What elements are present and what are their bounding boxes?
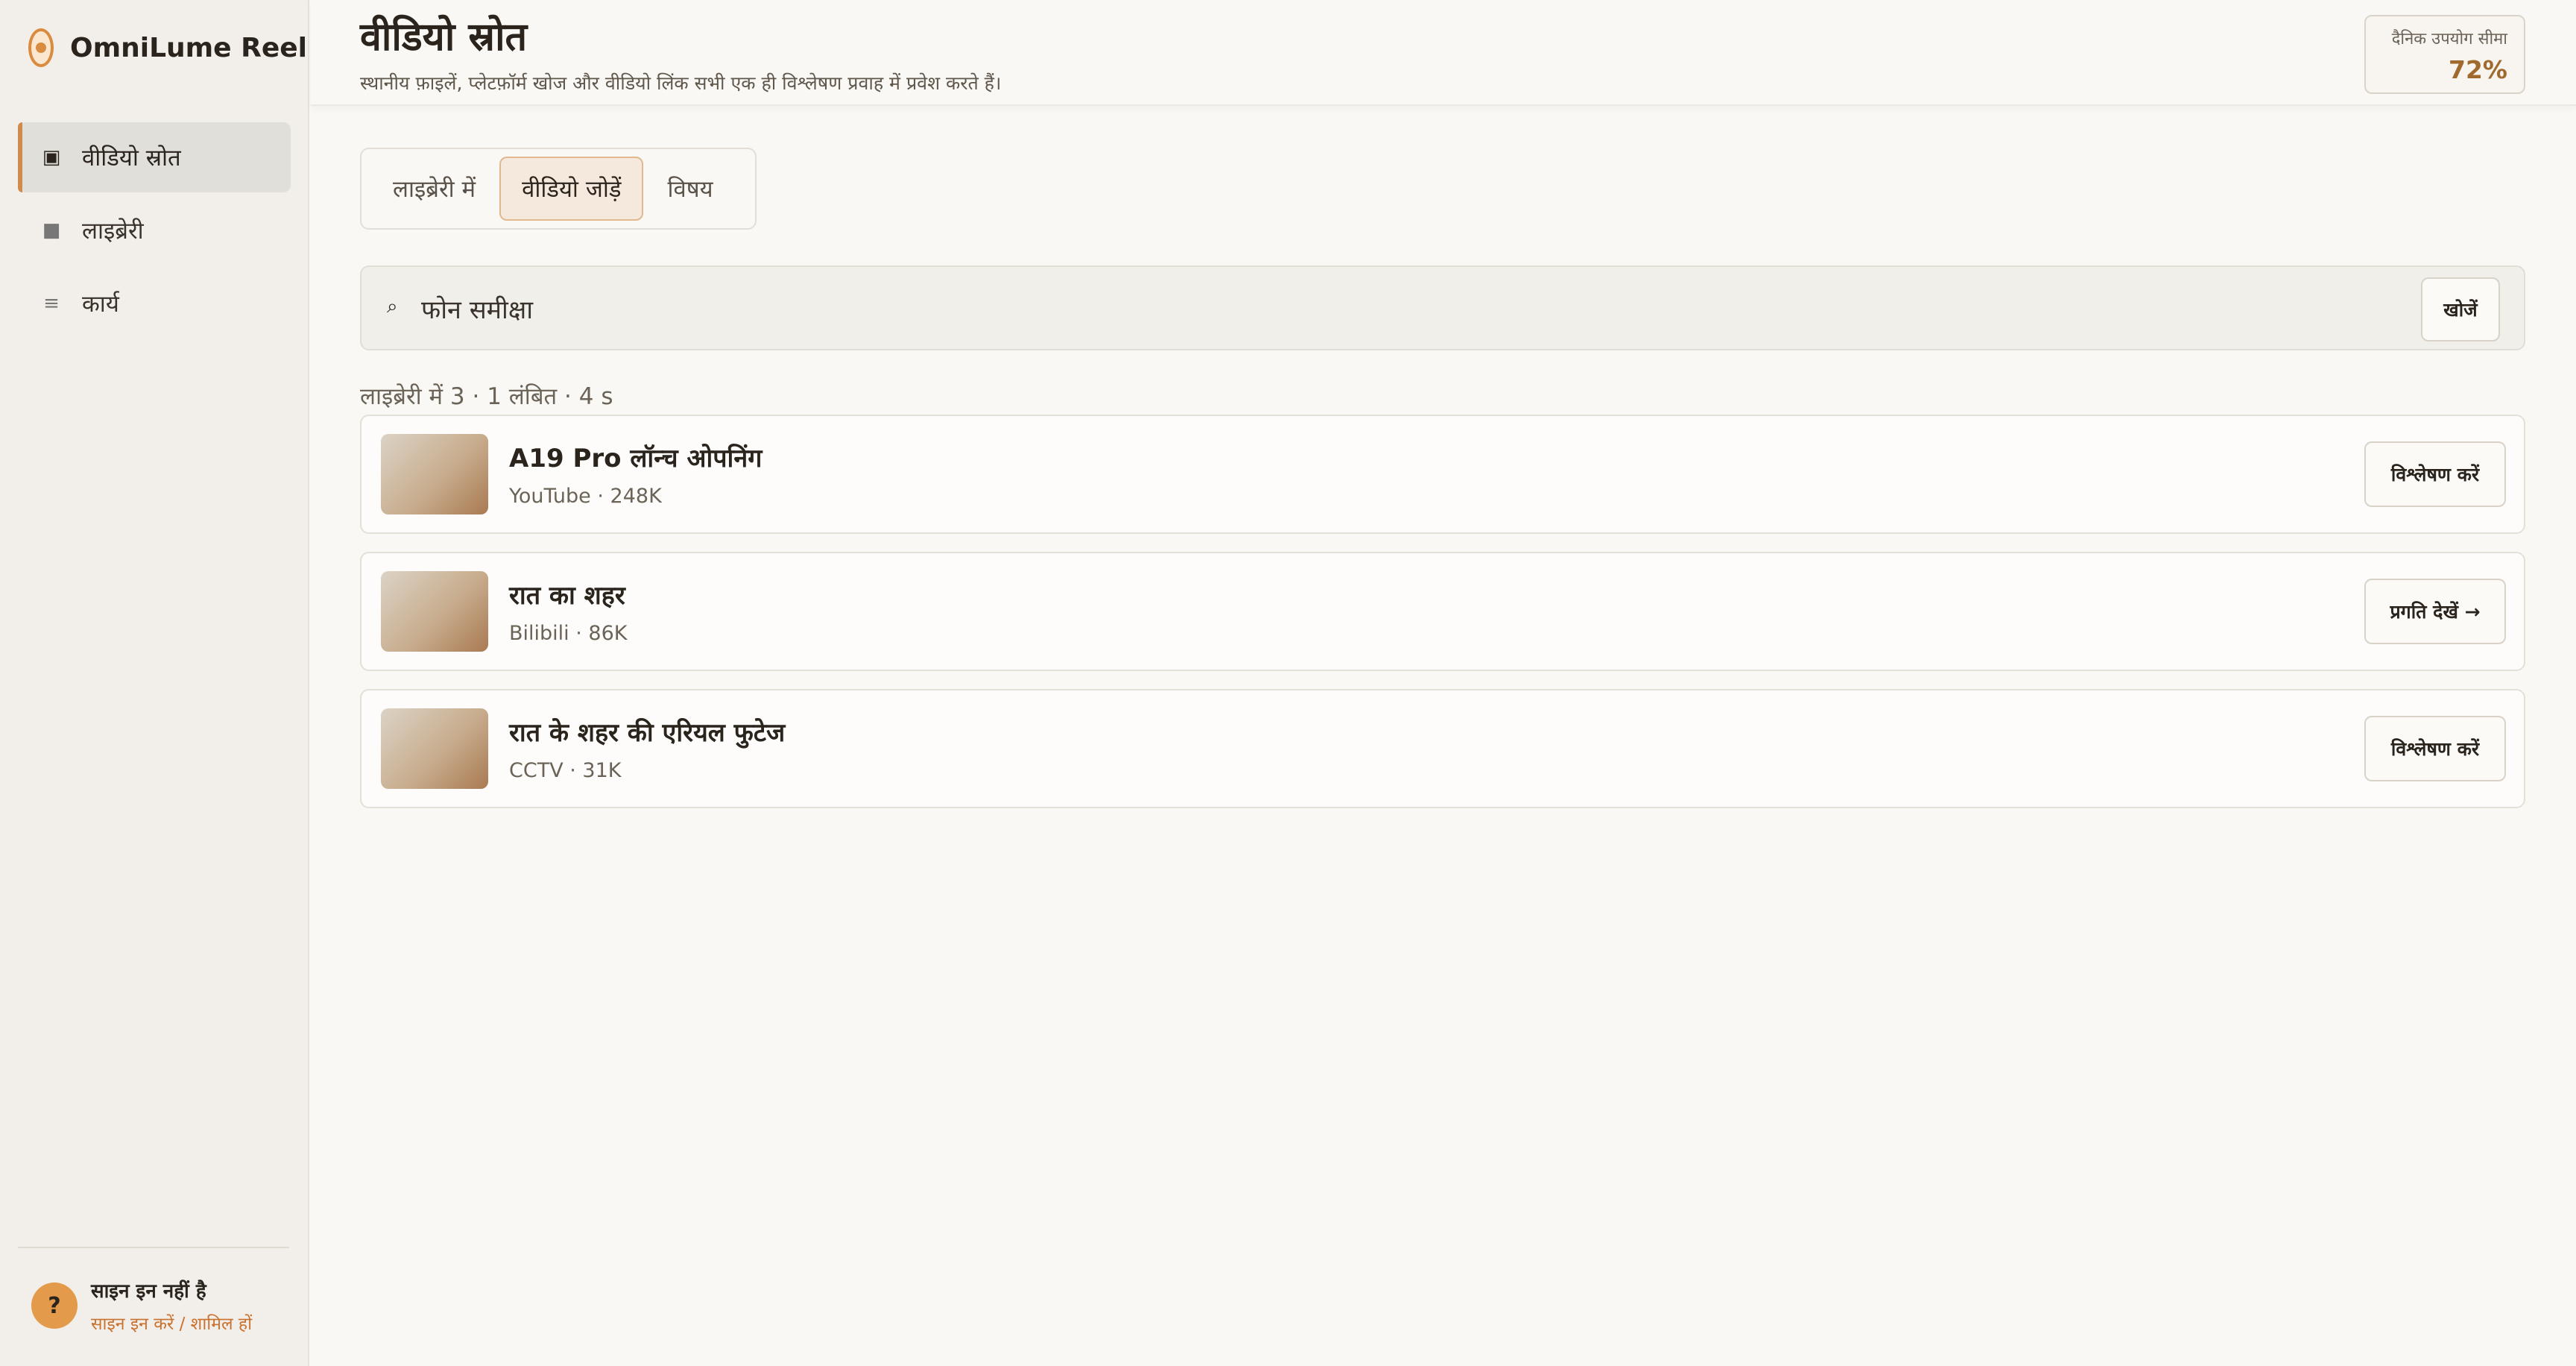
- avatar[interactable]: ?: [31, 1282, 78, 1329]
- sidebar-item-library[interactable]: ■ लाइब्रेरी: [18, 195, 291, 265]
- view-progress-button[interactable]: प्रगति देखें →: [2364, 579, 2506, 644]
- sidebar-item-label: लाइब्रेरी: [82, 218, 144, 245]
- square-icon: ▣: [42, 146, 61, 169]
- video-meta: YouTube · 248K: [509, 485, 662, 508]
- video-meta: CCTV · 31K: [509, 759, 622, 782]
- brand-logo-icon: [28, 28, 54, 67]
- video-title: रात का शहर: [509, 581, 625, 611]
- usage-value: 72%: [2449, 55, 2507, 84]
- search-button[interactable]: खोजें: [2421, 277, 2500, 342]
- analyze-button[interactable]: विश्लेषण करें: [2364, 441, 2506, 507]
- video-title: A19 Pro लॉन्च ओपनिंग: [509, 444, 763, 473]
- sidebar-item-video-sources[interactable]: ▣ वीडियो स्रोत: [18, 122, 291, 192]
- sidebar-divider: [18, 1247, 289, 1248]
- user-text: साइन इन नहीं है साइन इन करें / शामिल हों: [91, 1277, 252, 1335]
- tab-add-video[interactable]: वीडियो जोड़ें: [499, 157, 644, 221]
- source-tabs: लाइब्रेरी में वीडियो जोड़ें विषय: [360, 148, 757, 230]
- user-panel[interactable]: ? साइन इन नहीं है साइन इन करें / शामिल ह…: [31, 1277, 252, 1335]
- video-thumbnail: [381, 708, 488, 789]
- search-bar: ⌕ खोजें: [360, 265, 2525, 350]
- sidebar-item-label: कार्य: [82, 291, 119, 318]
- app-name: OmniLume Reel: [70, 32, 308, 63]
- search-input[interactable]: [421, 288, 2210, 330]
- sidebar-item-label: वीडियो स्रोत: [82, 145, 181, 171]
- sidebar: OmniLume Reel ▣ वीडियो स्रोत ■ लाइब्रेरी…: [0, 0, 309, 1366]
- usage-label: दैनिक उपयोग सीमा: [2391, 30, 2507, 48]
- library-summary: लाइब्रेरी में 3 · 1 लंबित · 4 s: [360, 383, 613, 410]
- usage-card: दैनिक उपयोग सीमा 72%: [2364, 15, 2525, 94]
- user-status: साइन इन नहीं है: [91, 1280, 206, 1303]
- list-item[interactable]: A19 Pro लॉन्च ओपनिंग YouTube · 248K विश्…: [360, 415, 2525, 534]
- sidebar-nav: ▣ वीडियो स्रोत ■ लाइब्रेरी ≡ कार्य: [18, 122, 291, 342]
- analyze-button[interactable]: विश्लेषण करें: [2364, 716, 2506, 781]
- video-list: A19 Pro लॉन्च ओपनिंग YouTube · 248K विश्…: [360, 415, 2525, 826]
- app-root: OmniLume Reel ▣ वीडियो स्रोत ■ लाइब्रेरी…: [0, 0, 2576, 1366]
- tasks-icon: ≡: [43, 292, 60, 315]
- sidebar-item-tasks[interactable]: ≡ कार्य: [18, 268, 291, 339]
- tab-topic[interactable]: विषय: [646, 157, 733, 221]
- video-meta: Bilibili · 86K: [509, 622, 628, 645]
- page-subtitle: स्थानीय फ़ाइलें, प्लेटफ़ॉर्म खोज और वीडि…: [360, 72, 1002, 94]
- sign-in-link[interactable]: साइन इन करें / शामिल हों: [91, 1311, 252, 1335]
- video-title: रात के शहर की एरियल फुटेज: [509, 718, 786, 748]
- video-thumbnail: [381, 571, 488, 652]
- video-thumbnail: [381, 434, 488, 514]
- brand-logo-dot: [36, 43, 46, 53]
- brand[interactable]: OmniLume Reel: [28, 28, 307, 67]
- list-item[interactable]: रात के शहर की एरियल फुटेज CCTV · 31K विश…: [360, 689, 2525, 808]
- search-icon: ⌕: [387, 295, 398, 318]
- page-title: वीडियो स्रोत: [360, 15, 528, 60]
- library-icon: ■: [42, 219, 61, 242]
- list-item[interactable]: रात का शहर Bilibili · 86K प्रगति देखें →: [360, 552, 2525, 671]
- page-header: वीडियो स्रोत स्थानीय फ़ाइलें, प्लेटफ़ॉर्…: [311, 0, 2576, 106]
- tab-in-library[interactable]: लाइब्रेरी में: [372, 157, 496, 221]
